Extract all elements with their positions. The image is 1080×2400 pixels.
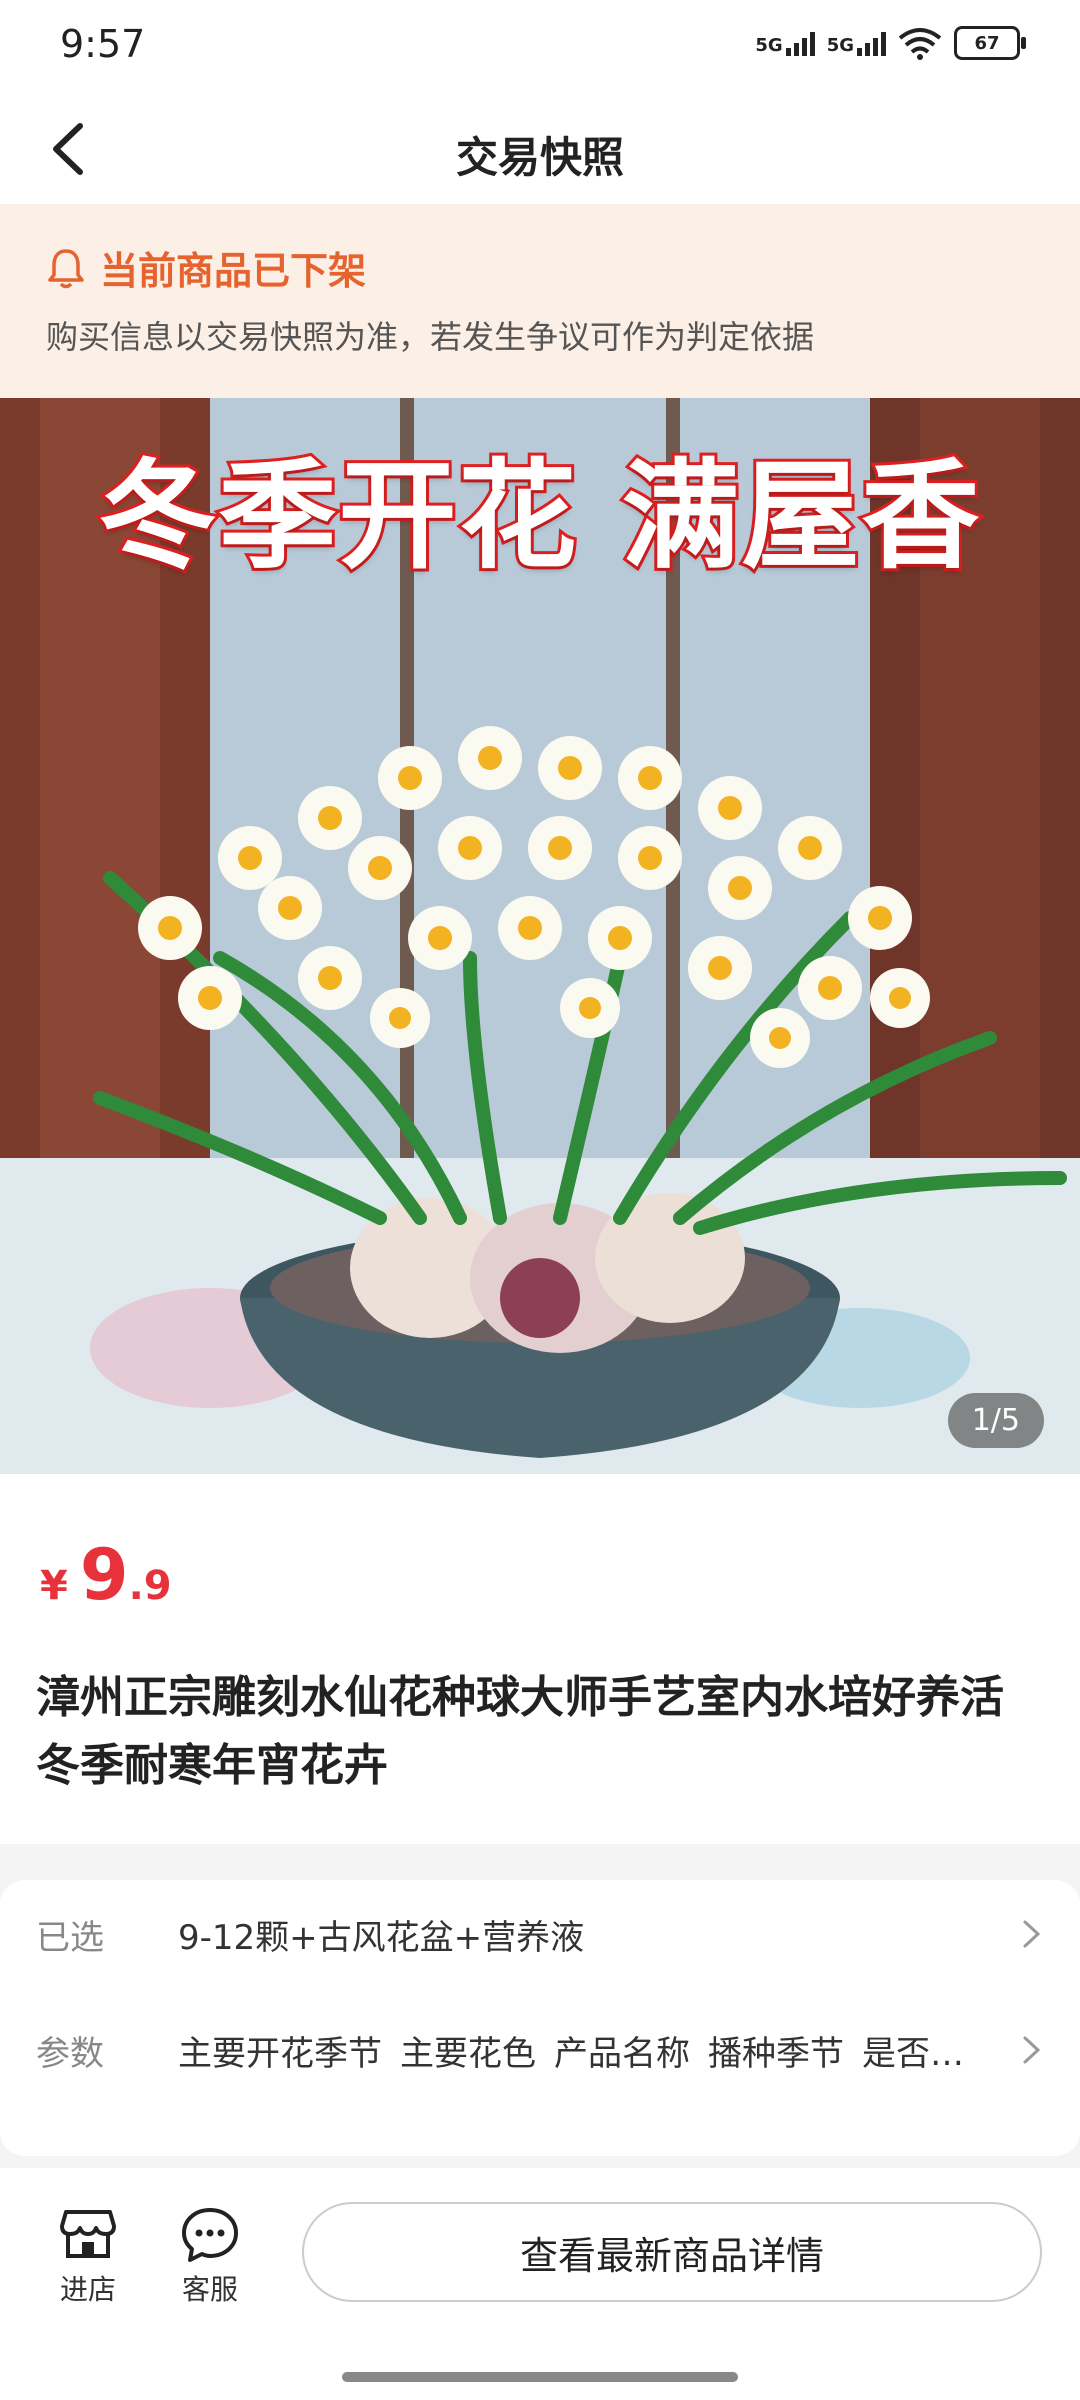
selected-label: 已选 [36, 1917, 104, 1958]
param-item: 主要开花季节 [178, 2033, 382, 2074]
delisted-notice: 当前商品已下架 购买信息以交易快照为准，若发生争议可作为判定依据 [0, 204, 1080, 398]
image-counter: 1/5 [947, 1393, 1044, 1448]
product-info-card: ¥ 9 .9 漳州正宗雕刻水仙花种球大师手艺室内水培好养活冬季耐寒年宵花卉 [0, 1474, 1080, 1844]
chat-icon [182, 2208, 238, 2262]
notice-description: 购买信息以交易快照为准，若发生争议可作为判定依据 [46, 318, 815, 356]
store-label: 进店 [59, 2273, 116, 2306]
product-title: 漳州正宗雕刻水仙花种球大师手艺室内水培好养活冬季耐寒年宵花卉 [36, 1672, 1004, 1791]
page-title: 交易快照 [455, 133, 624, 182]
params-list: 主要开花季节 主要花色 产品名称 播种季节 是否… [178, 2026, 1008, 2075]
price-integer: 9 [79, 1534, 129, 1616]
status-icons: 5G 5G 67 [755, 26, 1026, 60]
params-label: 参数 [36, 2033, 104, 2074]
price: ¥ 9 .9 [40, 1534, 172, 1616]
notice-title-row: 当前商品已下架 [46, 240, 366, 295]
bottom-action-bar: 进店 客服 查看最新商品详情 [0, 2168, 1080, 2400]
param-item: 播种季节 [708, 2033, 844, 2074]
battery-level: 67 [974, 32, 1000, 54]
wifi-icon [898, 28, 942, 60]
product-image-gallery[interactable]: 冬季开花 满屋香 1/5 [0, 398, 1080, 1474]
battery-icon: 67 [954, 26, 1026, 60]
home-indicator[interactable] [342, 2372, 738, 2382]
chevron-right-icon [1023, 1920, 1041, 1948]
param-item: 是否… [862, 2033, 964, 2074]
customer-service-button[interactable]: 客服 [170, 2206, 250, 2308]
status-bar: 9:57 5G 5G 67 [0, 0, 1080, 96]
signal-label: 5G [755, 35, 783, 56]
signal-icon: 5G [755, 30, 815, 56]
currency-symbol: ¥ [40, 1563, 68, 1609]
status-time: 9:57 [60, 22, 146, 66]
param-item: 产品名称 [554, 2033, 690, 2074]
header: 交易快照 [0, 96, 1080, 204]
store-icon [60, 2210, 116, 2258]
selected-option-row[interactable]: 已选 9-12颗+古风花盆+营养液 [36, 1894, 1044, 1974]
selected-value: 9-12颗+古风花盆+营养液 [178, 1917, 585, 1958]
store-button[interactable]: 进店 [48, 2206, 128, 2308]
parameters-row[interactable]: 参数 主要开花季节 主要花色 产品名称 播种季节 是否… [36, 2010, 1044, 2090]
chevron-right-icon [1023, 2036, 1041, 2064]
param-item: 主要花色 [400, 2033, 536, 2074]
signal-label: 5G [826, 35, 854, 56]
bell-icon [48, 248, 84, 288]
price-decimal: .9 [128, 1563, 172, 1609]
signal-icon: 5G [827, 30, 886, 56]
service-label: 客服 [181, 2273, 238, 2306]
view-latest-details-button[interactable]: 查看最新商品详情 [302, 2202, 1042, 2302]
promo-banner-text: 冬季开花 满屋香 [95, 444, 982, 588]
notice-title: 当前商品已下架 [100, 249, 367, 293]
spec-card: 已选 9-12颗+古风花盆+营养液 参数 主要开花季节 主要花色 产品名称 播种… [0, 1880, 1080, 2156]
